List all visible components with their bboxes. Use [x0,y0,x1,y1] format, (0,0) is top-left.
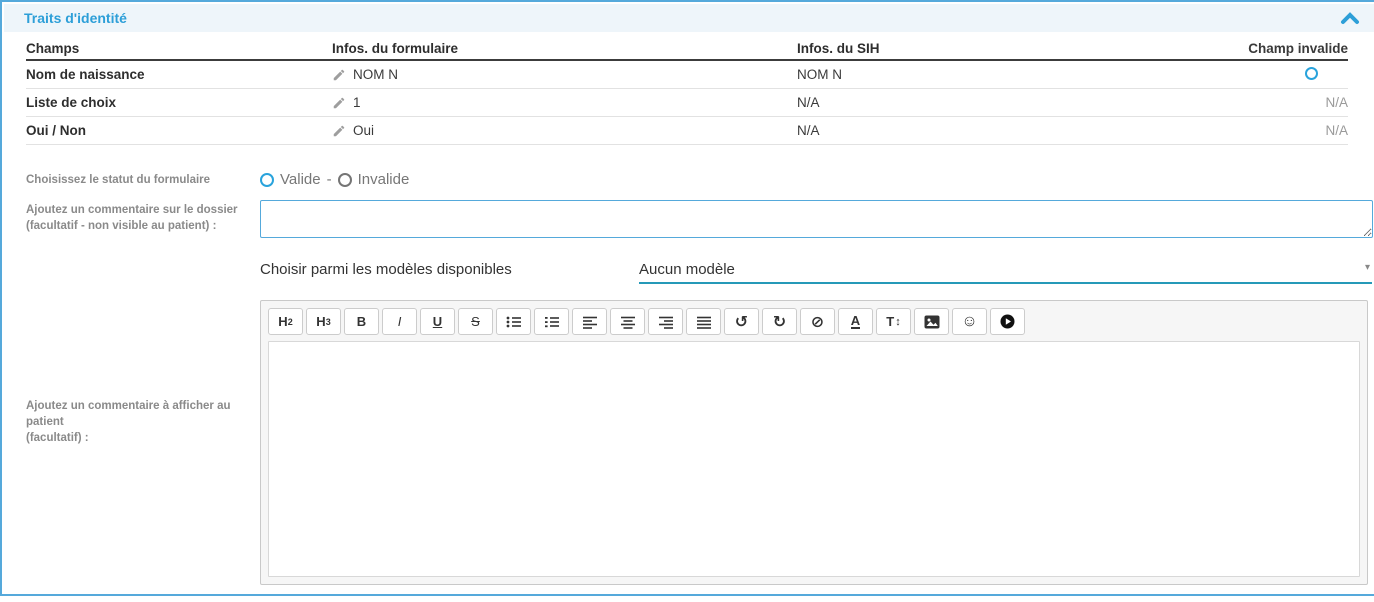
col-header-champs: Champs [26,41,332,56]
unordered-list-button[interactable] [496,308,531,335]
col-header-infos-formulaire: Infos. du formulaire [332,41,797,56]
font-size-button[interactable]: T↕ [876,308,911,335]
chevron-up-icon [1340,11,1360,26]
table-header-row: Champs Infos. du formulaire Infos. du SI… [26,38,1348,61]
pencil-icon [332,68,346,82]
font-color-button[interactable]: A [838,308,873,335]
italic-button[interactable]: I [382,308,417,335]
invalide-radio[interactable] [338,173,352,187]
template-select-value: Aucun modèle [639,261,735,278]
insert-emoji-button[interactable]: ☺ [952,308,987,335]
valide-label: Valide [280,171,321,188]
align-center-button[interactable] [610,308,645,335]
traits-identite-panel: Traits d'identité Champs Infos. du formu… [0,0,1374,596]
editor-toolbar: H2 H3 B I U S ↺ ↻ ⊘ A T↕ ☺ [268,308,1360,335]
champ-invalide-na: N/A [1218,95,1348,110]
field-name: Nom de naissance [26,67,332,82]
identity-table: Champs Infos. du formulaire Infos. du SI… [26,38,1348,145]
edit-field-button[interactable] [332,96,346,110]
ban-icon: ⊘ [811,312,824,332]
sih-value: N/A [797,123,1218,138]
field-name: Oui / Non [26,123,332,138]
sih-value: N/A [797,95,1218,110]
dossier-comment-textarea[interactable] [260,200,1373,238]
smiley-icon: ☺ [961,313,977,331]
ordered-list-icon [544,315,560,329]
valide-radio[interactable] [260,173,274,187]
form-value: Oui [353,123,374,138]
table-row: Nom de naissance NOM N NOM N [26,61,1348,89]
table-row: Oui / Non Oui N/A N/A [26,117,1348,145]
align-center-icon [620,315,636,329]
field-name: Liste de choix [26,95,332,110]
redo-icon: ↻ [773,312,786,332]
caret-down-icon: ▾ [1365,262,1370,273]
champ-invalide-na: N/A [1218,123,1348,138]
rich-text-editor: H2 H3 B I U S ↺ ↻ ⊘ A T↕ ☺ [260,300,1368,585]
edit-field-button[interactable] [332,124,346,138]
ordered-list-button[interactable] [534,308,569,335]
align-justify-button[interactable] [686,308,721,335]
heading3-button[interactable]: H3 [306,308,341,335]
sih-value: NOM N [797,67,1218,82]
status-radio-group: Valide - Invalide [260,171,409,188]
redo-button[interactable]: ↻ [762,308,797,335]
patient-comment-editor-area[interactable] [268,341,1360,577]
align-left-icon [582,315,598,329]
table-row: Liste de choix 1 N/A N/A [26,89,1348,117]
edit-field-button[interactable] [332,68,346,82]
pencil-icon [332,124,346,138]
collapse-panel-button[interactable] [1340,11,1360,26]
unordered-list-icon [506,315,522,329]
champ-invalide-radio[interactable] [1305,67,1318,80]
panel-title: Traits d'identité [24,10,127,26]
dossier-comment-label: Ajoutez un commentaire sur le dossier (f… [26,202,266,234]
updown-arrow-icon: ↕ [895,316,901,328]
align-right-icon [658,315,674,329]
align-right-button[interactable] [648,308,683,335]
strikethrough-button[interactable]: S [458,308,493,335]
col-header-champ-invalide: Champ invalide [1218,41,1348,56]
page: Traits d'identité Champs Infos. du formu… [0,0,1374,602]
clear-formatting-button[interactable]: ⊘ [800,308,835,335]
status-label: Choisissez le statut du formulaire [26,172,210,188]
undo-button[interactable]: ↺ [724,308,759,335]
form-value: NOM N [353,67,398,82]
align-justify-icon [696,315,712,329]
heading2-button[interactable]: H2 [268,308,303,335]
undo-icon: ↺ [735,312,748,332]
radio-separator: - [327,171,332,188]
bold-button[interactable]: B [344,308,379,335]
insert-video-button[interactable] [990,308,1025,335]
invalide-label: Invalide [358,171,410,188]
panel-header: Traits d'identité [4,4,1374,32]
template-select[interactable]: Aucun modèle ▾ [639,256,1372,284]
patient-comment-label: Ajoutez un commentaire à afficher au pat… [26,398,266,446]
image-icon [924,315,940,329]
col-header-infos-sih: Infos. du SIH [797,41,1218,56]
pencil-icon [332,96,346,110]
align-left-button[interactable] [572,308,607,335]
underline-button[interactable]: U [420,308,455,335]
insert-image-button[interactable] [914,308,949,335]
template-select-label: Choisir parmi les modèles disponibles [260,261,512,278]
form-value: 1 [353,95,361,110]
play-icon [1000,314,1015,329]
